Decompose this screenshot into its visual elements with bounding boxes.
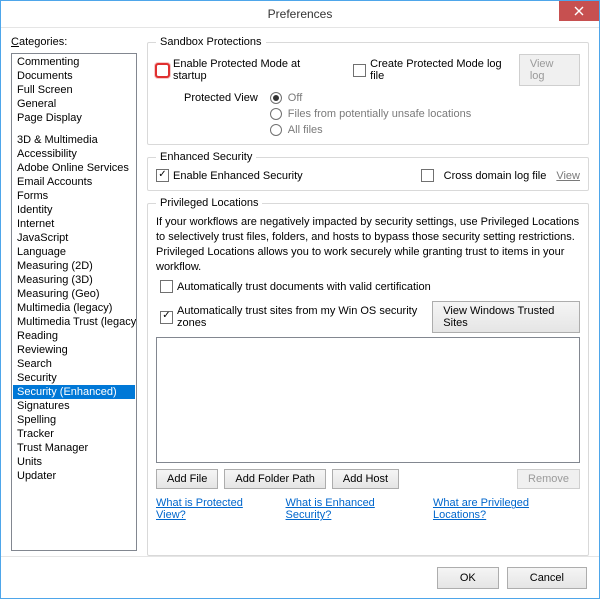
enable-protected-mode-checkbox[interactable] [156, 64, 169, 77]
protected-view-off-radio[interactable] [270, 92, 282, 104]
category-item[interactable]: Tracker [13, 427, 135, 441]
ok-button[interactable]: OK [437, 567, 499, 589]
dialog-button-bar: OK Cancel [1, 556, 599, 598]
enhanced-security-group: Enhanced Security Enable Enhanced Securi… [147, 151, 589, 191]
auto-trust-valid-cert-checkbox[interactable] [160, 280, 173, 293]
category-item[interactable]: General [13, 97, 135, 111]
category-item[interactable]: Adobe Online Services [13, 161, 135, 175]
what-is-protected-view-link[interactable]: What is Protected View? [156, 497, 272, 521]
add-file-button[interactable]: Add File [156, 469, 218, 489]
auto-trust-os-zones-label: Automatically trust sites from my Win OS… [177, 305, 424, 329]
category-item[interactable]: JavaScript [13, 231, 135, 245]
protected-view-all-radio[interactable] [270, 124, 282, 136]
close-icon [574, 6, 584, 16]
protected-view-label: Protected View [184, 92, 258, 104]
window-title: Preferences [268, 7, 333, 21]
enhanced-security-legend: Enhanced Security [156, 151, 256, 163]
category-item[interactable]: Internet [13, 217, 135, 231]
preferences-window: Preferences Categories: CommentingDocume… [0, 0, 600, 599]
cross-domain-log-label: Cross domain log file [444, 170, 547, 182]
sandbox-protections-group: Sandbox Protections Enable Protected Mod… [147, 36, 589, 145]
protected-view-all-label: All files [288, 124, 323, 136]
category-item[interactable]: Security [13, 371, 135, 385]
enable-enhanced-security-label: Enable Enhanced Security [173, 170, 303, 182]
what-are-privileged-locations-link[interactable]: What are Privileged Locations? [433, 497, 580, 521]
category-item[interactable]: Multimedia Trust (legacy) [13, 315, 135, 329]
privileged-locations-list[interactable] [156, 337, 580, 463]
protected-view-off-label: Off [288, 92, 302, 104]
category-item[interactable]: Page Display [13, 111, 135, 125]
remove-button: Remove [517, 469, 580, 489]
category-item[interactable]: Measuring (Geo) [13, 287, 135, 301]
view-log-button: View log [519, 54, 580, 86]
protected-view-unsafe-label: Files from potentially unsafe locations [288, 108, 471, 120]
category-item[interactable]: Forms [13, 189, 135, 203]
titlebar: Preferences [1, 1, 599, 28]
category-item[interactable]: Full Screen [13, 83, 135, 97]
category-item[interactable]: Multimedia (legacy) [13, 301, 135, 315]
enable-enhanced-security-checkbox[interactable] [156, 169, 169, 182]
close-button[interactable] [559, 1, 599, 21]
category-item[interactable]: Reviewing [13, 343, 135, 357]
category-item[interactable]: Documents [13, 69, 135, 83]
category-item[interactable]: Email Accounts [13, 175, 135, 189]
what-is-enhanced-security-link[interactable]: What is Enhanced Security? [286, 497, 419, 521]
category-item[interactable]: Reading [13, 329, 135, 343]
category-item[interactable]: Updater [13, 469, 135, 483]
category-item[interactable]: Accessibility [13, 147, 135, 161]
category-item[interactable]: 3D & Multimedia [13, 133, 135, 147]
add-folder-path-button[interactable]: Add Folder Path [224, 469, 326, 489]
sandbox-legend: Sandbox Protections [156, 36, 266, 48]
cross-domain-log-checkbox[interactable] [421, 169, 434, 182]
privileged-locations-legend: Privileged Locations [156, 197, 262, 209]
auto-trust-os-zones-checkbox[interactable] [160, 311, 173, 324]
add-host-button[interactable]: Add Host [332, 469, 399, 489]
view-windows-trusted-sites-button[interactable]: View Windows Trusted Sites [432, 301, 580, 333]
create-protected-mode-log-checkbox[interactable] [353, 64, 366, 77]
category-item[interactable]: Commenting [13, 55, 135, 69]
category-item[interactable]: Measuring (2D) [13, 259, 135, 273]
categories-label: Categories: [11, 36, 137, 48]
privileged-locations-description: If your workflows are negatively impacte… [156, 215, 580, 274]
category-item[interactable]: Language [13, 245, 135, 259]
enable-protected-mode-label: Enable Protected Mode at startup [173, 58, 328, 82]
category-item[interactable]: Trust Manager [13, 441, 135, 455]
protected-view-unsafe-radio[interactable] [270, 108, 282, 120]
category-item[interactable]: Units [13, 455, 135, 469]
category-item[interactable]: Security (Enhanced) [13, 385, 135, 399]
category-item[interactable]: Spelling [13, 413, 135, 427]
category-item[interactable]: Signatures [13, 399, 135, 413]
categories-listbox[interactable]: CommentingDocumentsFull ScreenGeneralPag… [11, 53, 137, 551]
category-item[interactable]: Measuring (3D) [13, 273, 135, 287]
category-item[interactable]: Search [13, 357, 135, 371]
auto-trust-valid-cert-label: Automatically trust documents with valid… [177, 281, 431, 293]
privileged-locations-group: Privileged Locations If your workflows a… [147, 197, 589, 556]
category-item[interactable]: Identity [13, 203, 135, 217]
cancel-button[interactable]: Cancel [507, 567, 587, 589]
enhanced-view-link[interactable]: View [556, 170, 580, 182]
create-protected-mode-log-label: Create Protected Mode log file [370, 58, 511, 82]
